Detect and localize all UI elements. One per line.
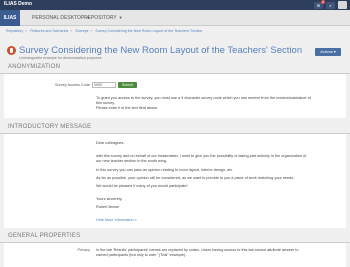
privacy-text: named participants (but only to user "(T… (96, 253, 187, 257)
mail-badge: 3 (321, 0, 325, 4)
intro-signature: Robert Brown (96, 205, 120, 209)
intro-text: In this survey you can pass an opinion r… (96, 168, 234, 172)
mail-icon[interactable]: ✉ 3 (314, 0, 325, 9)
access-info-line: this survey. (96, 101, 115, 105)
top-bar: ILIAS Demo ✉ 3 ⌕ (0, 0, 350, 10)
privacy-text: In the tab 'Results' participants' names… (96, 248, 299, 252)
ilias-logo[interactable]: ILIAS (0, 10, 20, 26)
section-title-general: GENERAL PROPERTIES (8, 233, 81, 239)
intro-panel (4, 134, 346, 228)
actions-button[interactable]: Actions ▾ (315, 48, 341, 56)
menu-personal-desktop[interactable]: PERSONAL DESKTOP ▼ (32, 10, 90, 26)
intro-greeting: Dear colleagues, (96, 141, 125, 145)
breadcrumb-item[interactable]: Features and Scenarios (30, 29, 68, 33)
breadcrumb-item[interactable]: Survey Considering the New Room Layout o… (95, 29, 202, 33)
survey-icon (7, 46, 16, 55)
section-title-anonymization: ANONYMIZATION (8, 64, 61, 70)
access-code-input[interactable]: 0000 (92, 82, 116, 88)
window-title: ILIAS Demo (4, 1, 33, 7)
page-header: Survey Considering the New Room Layout o… (0, 34, 350, 60)
access-info-line: Please enter it in the text field above. (96, 106, 159, 110)
menu-label: PERSONAL DESKTOP (32, 15, 85, 21)
avatar[interactable] (338, 1, 347, 9)
access-info-line: To grant you access to the survey, you m… (96, 96, 311, 100)
intro-signoff: Yours sincerely, (96, 197, 123, 201)
intro-text: with this survey and on behalf of our he… (96, 154, 307, 158)
intro-text: our new teacher section in the south win… (96, 159, 167, 163)
intro-text: We would be pleased if many of you would… (96, 184, 188, 188)
privacy-label: Privacy (77, 248, 90, 252)
breadcrumb-item[interactable]: Repository (6, 29, 23, 33)
submit-button[interactable]: Submit (118, 82, 137, 88)
access-code-label: Survey Access Code (54, 83, 90, 87)
page-title: Survey Considering the New Room Layout o… (19, 45, 303, 56)
search-icon[interactable]: ⌕ (326, 1, 335, 9)
section-title-intro: INTRODUCTORY MESSAGE (8, 124, 92, 130)
menu-repository[interactable]: REPOSITORY ▼ (84, 10, 123, 26)
breadcrumb-item[interactable]: Surveys (75, 29, 88, 33)
intro-text: As far as possible, your opinion will be… (96, 176, 295, 180)
page-subtitle: Unchangeable example for demonstration p… (19, 56, 102, 60)
main-menu-bar: ILIAS PERSONAL DESKTOP ▼ REPOSITORY ▼ (0, 10, 350, 26)
menu-label: REPOSITORY (84, 15, 117, 21)
breadcrumb: Repository» Features and Scenarios» Surv… (6, 29, 203, 33)
actions-label: Actions (320, 50, 333, 54)
hide-more-info-link[interactable]: Hide More Information » (96, 218, 137, 222)
chevron-down-icon: ▼ (118, 15, 123, 20)
